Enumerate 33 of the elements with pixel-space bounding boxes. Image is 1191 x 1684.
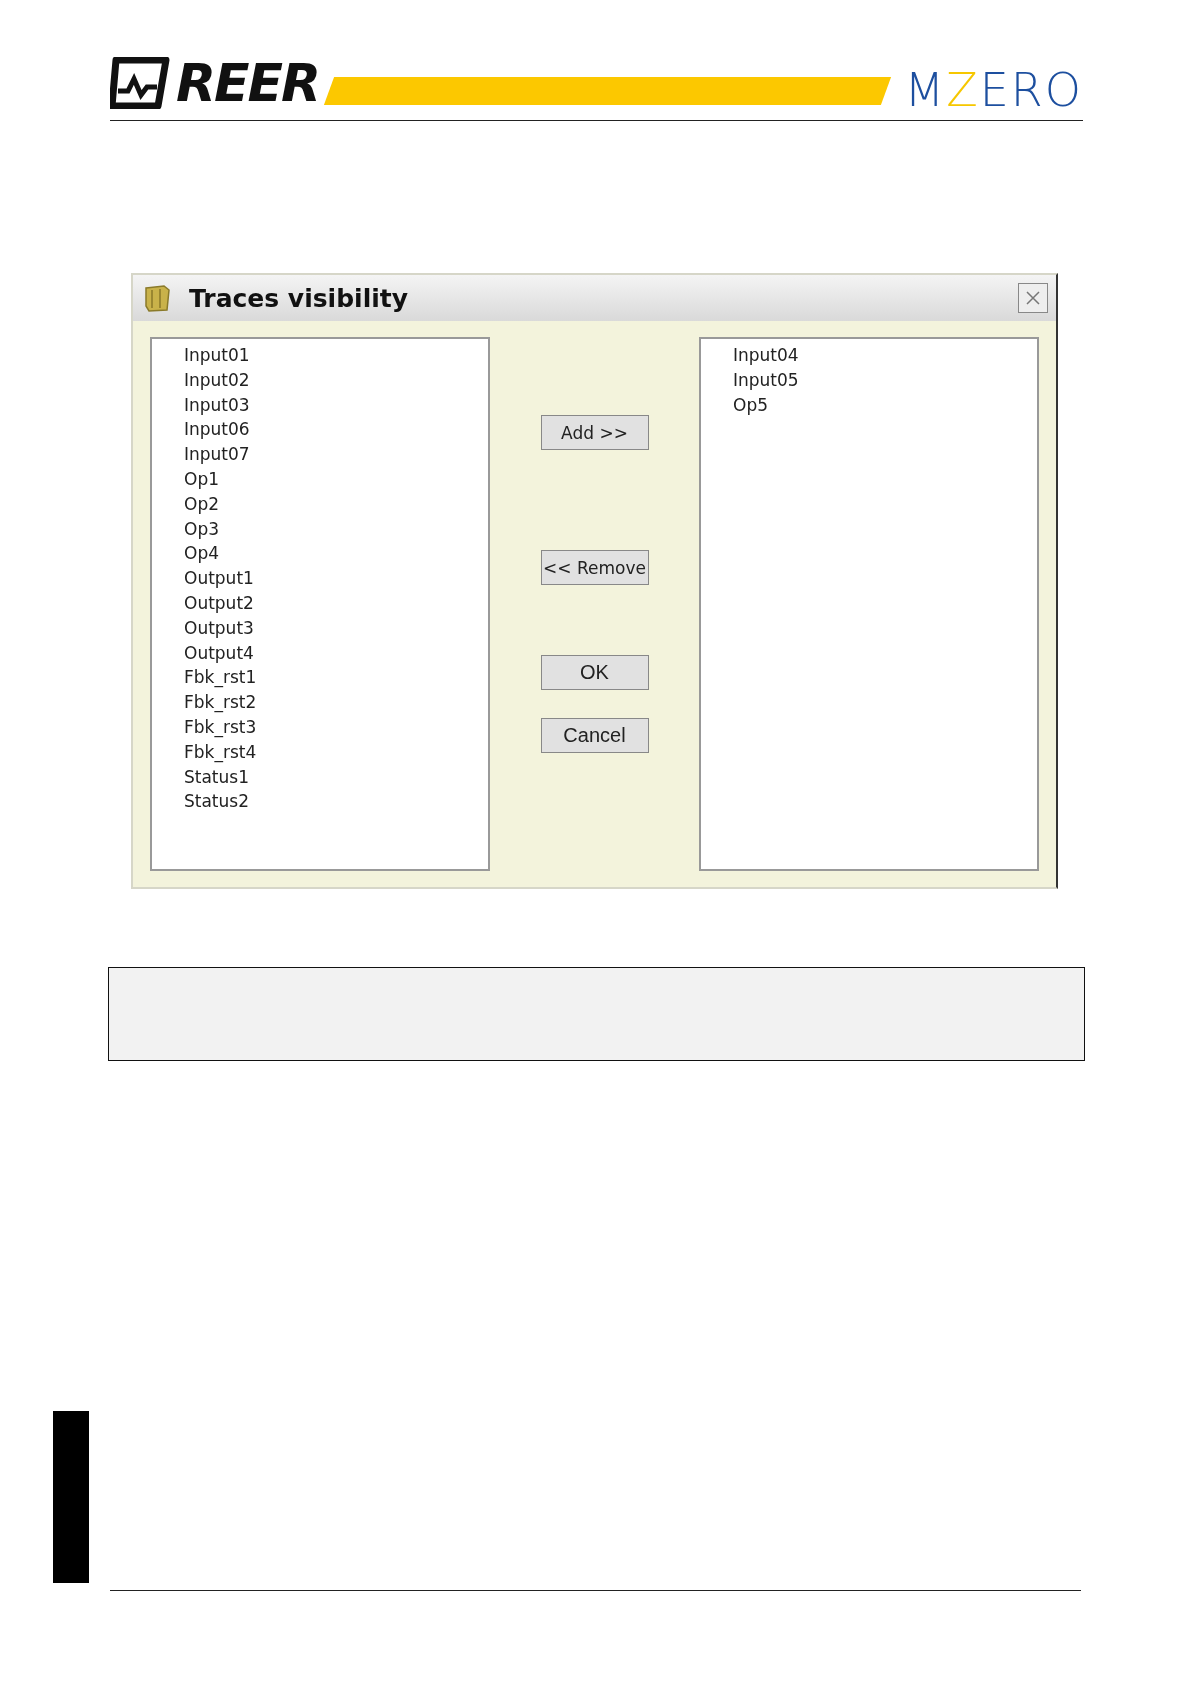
list-item[interactable]: Input02 [184,367,250,393]
list-item[interactable]: Status1 [184,764,249,790]
list-item[interactable]: Input05 [733,367,799,393]
list-item[interactable]: Output1 [184,566,254,591]
logo-icon [110,57,170,109]
list-item[interactable]: Input01 [184,343,250,368]
list-item[interactable]: Op3 [184,516,219,542]
product-logo: M ZERO [904,67,1083,113]
list-item[interactable]: Op2 [184,491,219,517]
list-item[interactable]: Fbk_rst2 [184,690,257,715]
close-icon [1025,290,1041,306]
list-item[interactable]: Input04 [733,343,799,368]
list-item[interactable]: Output4 [184,640,254,666]
list-item[interactable]: Output2 [184,590,254,616]
window-title: Traces visibility [189,283,410,313]
list-item[interactable]: Op5 [733,392,768,418]
box-icon [143,284,171,312]
move-button[interactable]: << Remove [540,550,649,585]
list-item[interactable]: Input07 [184,442,250,467]
list-item[interactable]: Output3 [184,615,254,641]
list-item[interactable]: Fbk_rst4 [184,739,257,765]
list-item[interactable]: Op4 [184,541,219,567]
list-item[interactable]: Fbk_rst1 [184,665,257,691]
close-button[interactable] [1018,283,1048,313]
list-item[interactable]: Input03 [184,392,250,418]
list-item[interactable]: Status2 [184,789,249,815]
dialog-button[interactable]: Cancel [540,718,649,753]
list-item[interactable]: Input06 [184,417,250,443]
list-item[interactable]: Op1 [184,467,219,492]
brand-logo: REER [176,57,320,109]
dialog-button[interactable]: OK [540,655,649,690]
move-button[interactable]: Add >> [540,415,649,450]
list-item[interactable]: Fbk_rst3 [184,714,257,740]
